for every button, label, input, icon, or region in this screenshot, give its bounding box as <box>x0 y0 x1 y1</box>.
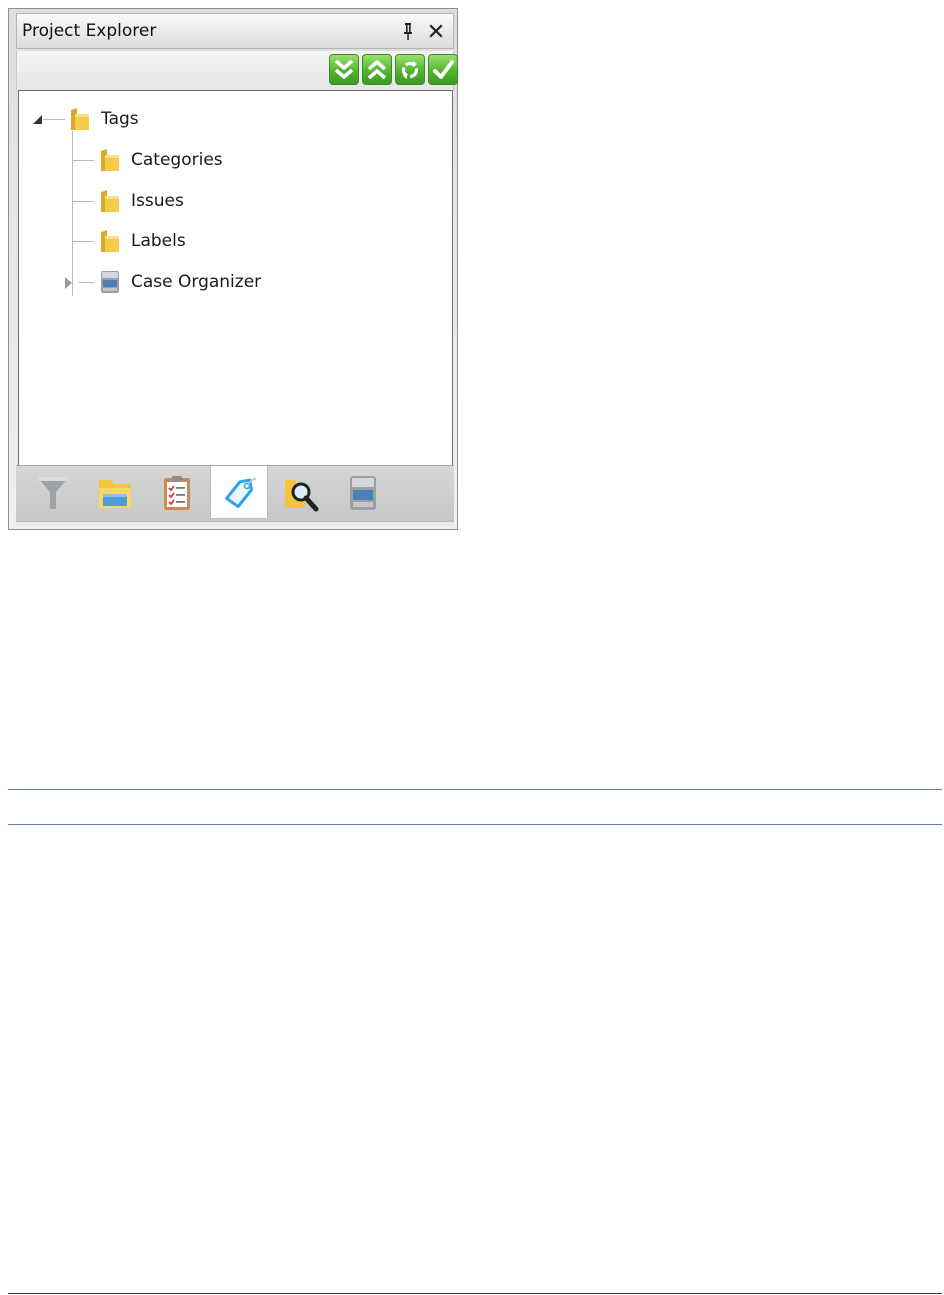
tag-tree: Tags Categories Issues Labels Case Organ… <box>18 90 453 468</box>
apply-button[interactable] <box>428 54 458 85</box>
folder-icon <box>101 149 119 171</box>
tree-node-categories[interactable]: Categories <box>99 146 299 174</box>
search-magnifier-icon <box>285 480 319 512</box>
panel-bottom-strip <box>16 521 454 526</box>
pin-button[interactable] <box>398 20 418 42</box>
apply-check-icon <box>433 60 454 79</box>
collapse-all-icon <box>367 60 387 80</box>
tree-connector <box>72 160 94 161</box>
project-explorer-panel: Project Explorer Tags Categories Issues … <box>8 8 458 530</box>
panel-title: Project Explorer <box>22 21 157 41</box>
tree-node-label: Categories <box>131 150 223 170</box>
tree-node-label: Tags <box>101 109 139 129</box>
tree-connector <box>72 241 94 242</box>
folder-icon <box>71 108 89 130</box>
refresh-icon <box>401 61 419 79</box>
expand-all-icon <box>334 59 354 79</box>
tab-search[interactable] <box>272 466 330 518</box>
tree-node-label: Case Organizer <box>131 272 262 292</box>
tree-node-issues[interactable]: Issues <box>99 187 299 215</box>
expand-triangle-icon[interactable] <box>63 276 73 290</box>
cabinet-icon <box>350 476 376 510</box>
tab-filters[interactable] <box>24 466 82 518</box>
collapse-all-button[interactable] <box>362 54 392 85</box>
explorer-tab-bar <box>16 465 454 521</box>
clipboard-checklist-icon <box>164 476 190 510</box>
folder-icon <box>101 230 119 252</box>
refresh-button[interactable] <box>395 54 425 85</box>
tree-node-case-organizer[interactable]: Case Organizer <box>63 268 303 296</box>
close-icon <box>429 24 443 38</box>
page-bottom-rule <box>8 1293 942 1294</box>
tree-node-labels[interactable]: Labels <box>99 227 299 255</box>
filter-funnel-icon <box>37 477 69 509</box>
tab-case-organizer[interactable] <box>334 466 392 518</box>
tree-node-tags[interactable]: Tags <box>31 105 231 133</box>
tab-tags[interactable] <box>210 466 268 519</box>
close-button[interactable] <box>426 20 446 42</box>
cabinet-icon <box>101 271 119 293</box>
pin-icon <box>404 23 412 40</box>
expand-all-button[interactable] <box>329 54 359 85</box>
folder-window-icon <box>99 480 131 508</box>
panel-title-bar: Project Explorer <box>16 13 454 49</box>
divider-line <box>8 824 942 825</box>
tag-icon <box>225 478 257 509</box>
tab-folders[interactable] <box>86 466 144 518</box>
tree-node-label: Labels <box>131 231 186 251</box>
tab-checklist[interactable] <box>148 466 206 518</box>
collapse-triangle-icon[interactable] <box>31 113 43 125</box>
folder-icon <box>101 190 119 212</box>
tree-connector <box>72 201 94 202</box>
divider-line <box>8 789 942 790</box>
explorer-toolbar <box>16 51 458 91</box>
tree-node-label: Issues <box>131 191 184 211</box>
